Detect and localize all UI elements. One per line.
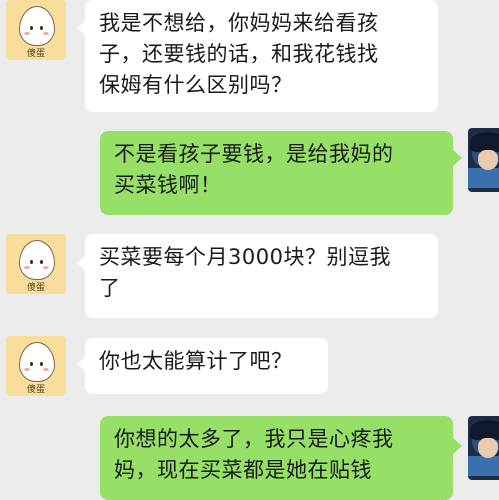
- message-text-line: 不是看孩子要钱，是给我妈的: [114, 142, 394, 166]
- anime-boy-icon: [478, 150, 498, 170]
- avatar[interactable]: [468, 128, 499, 192]
- message-text-line: 妈，现在买菜都是她在贴钱: [114, 458, 372, 482]
- message-text-line: 子，还要钱的话，和我花钱找: [99, 42, 379, 66]
- message-text-line: 我是不想给，你妈妈来给看孩: [99, 11, 379, 35]
- message-text-line: 你想的太多了，我只是心疼我: [114, 427, 394, 451]
- avatar[interactable]: [468, 416, 499, 480]
- message-bubble-incoming[interactable]: 我是不想给，你妈妈来给看孩 子，还要钱的话，和我花钱找 保姆有什么区别吗？: [85, 0, 438, 112]
- message-bubble-incoming[interactable]: 你也太能算计了吧？: [85, 338, 328, 394]
- egg-character-icon: [19, 6, 55, 46]
- message-bubble-incoming[interactable]: 买菜要每个月3000块？别逗我 了: [85, 234, 438, 318]
- anime-boy-icon: [478, 438, 498, 458]
- message-bubble-outgoing[interactable]: 不是看孩子要钱，是给我妈的 买菜钱啊！: [100, 131, 453, 215]
- message-text-line: 了: [99, 276, 121, 300]
- message-text-line: 买菜钱啊！: [114, 173, 222, 197]
- egg-character-icon: [19, 342, 55, 382]
- avatar-signature: 傻蛋: [26, 385, 45, 395]
- egg-character-icon: [19, 240, 55, 280]
- avatar[interactable]: 傻蛋: [6, 0, 66, 60]
- avatar[interactable]: 傻蛋: [6, 234, 66, 294]
- message-bubble-outgoing[interactable]: 你想的太多了，我只是心疼我 妈，现在买菜都是她在贴钱: [100, 416, 453, 500]
- avatar-signature: 傻蛋: [26, 49, 45, 59]
- message-text-line: 保姆有什么区别吗？: [99, 73, 293, 97]
- message-text-line: 你也太能算计了吧？: [99, 349, 293, 373]
- avatar[interactable]: 傻蛋: [6, 336, 66, 396]
- avatar-signature: 傻蛋: [26, 283, 45, 293]
- message-text-line: 买菜要每个月3000块？别逗我: [99, 245, 391, 269]
